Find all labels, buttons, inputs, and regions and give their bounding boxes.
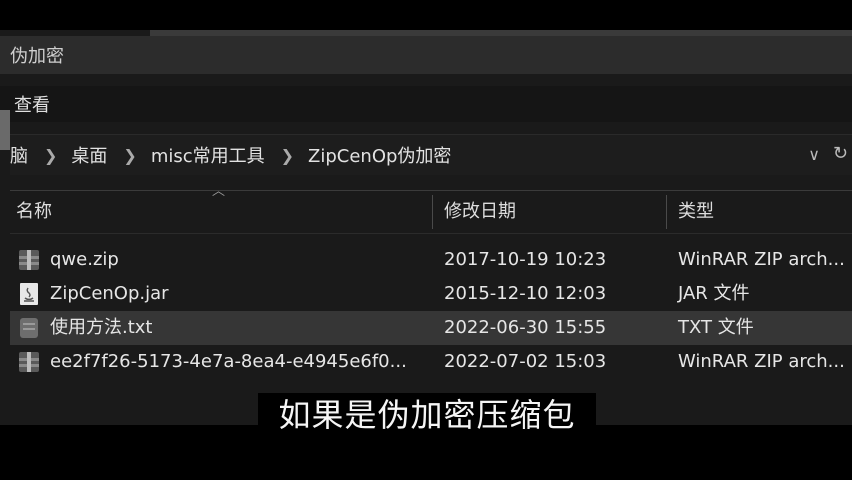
breadcrumb-misc-tools[interactable]: misc常用工具 xyxy=(151,142,265,168)
file-modified: 2017-10-19 10:23 xyxy=(444,249,607,270)
file-type: WinRAR ZIP arch... xyxy=(678,249,845,270)
winrar-archive-icon xyxy=(19,352,39,372)
breadcrumb-chevron-icon[interactable]: ❯ xyxy=(44,146,57,165)
column-header-row: 名称 修改日期 类型 xyxy=(10,190,852,234)
java-jar-icon xyxy=(20,283,38,305)
file-name: 使用方法.txt xyxy=(50,317,153,338)
file-list: qwe.zip 2017-10-19 10:23 WinRAR ZIP arch… xyxy=(10,243,852,379)
breadcrumb-current-folder[interactable]: ZipCenOp伪加密 xyxy=(308,142,451,168)
chevron-down-icon[interactable]: ∨ xyxy=(808,145,820,164)
window-title: 伪加密 xyxy=(10,46,64,67)
file-row[interactable]: 使用方法.txt 2022-06-30 15:55 TXT 文件 xyxy=(10,311,852,345)
video-caption: 如果是伪加密压缩包 xyxy=(258,393,596,437)
file-type: TXT 文件 xyxy=(678,317,754,338)
text-file-icon xyxy=(20,318,38,338)
column-header-type[interactable]: 类型 xyxy=(678,191,714,233)
file-row[interactable]: ee2f7f26-5173-4e7a-8ea4-e4945e6f0... 202… xyxy=(10,345,852,379)
file-name: ZipCenOp.jar xyxy=(50,283,169,304)
menu-view[interactable]: 查看 xyxy=(14,91,50,117)
breadcrumb-chevron-icon[interactable]: ❯ xyxy=(281,146,294,165)
column-divider[interactable] xyxy=(432,195,433,229)
file-name: qwe.zip xyxy=(50,249,119,270)
file-row[interactable]: ZipCenOp.jar 2015-12-10 12:03 JAR 文件 xyxy=(10,277,852,311)
breadcrumb-chevron-icon[interactable]: ❯ xyxy=(123,146,136,165)
file-row[interactable]: qwe.zip 2017-10-19 10:23 WinRAR ZIP arch… xyxy=(10,243,852,277)
breadcrumb-desktop[interactable]: 桌面 xyxy=(71,142,107,168)
file-name: ee2f7f26-5173-4e7a-8ea4-e4945e6f0... xyxy=(50,351,407,372)
menu-bar: 查看 xyxy=(0,86,852,122)
file-modified: 2015-12-10 12:03 xyxy=(444,283,607,304)
column-header-name[interactable]: 名称 xyxy=(16,191,52,233)
file-type: JAR 文件 xyxy=(678,283,750,304)
winrar-archive-icon xyxy=(19,250,39,270)
file-type: WinRAR ZIP arch... xyxy=(678,351,845,372)
column-divider[interactable] xyxy=(666,195,667,229)
left-scrollbar[interactable] xyxy=(0,110,10,150)
address-bar[interactable]: 脑 ❯ 桌面 ❯ misc常用工具 ❯ ZipCenOp伪加密 ∨ ↻ xyxy=(10,134,852,175)
refresh-icon[interactable]: ↻ xyxy=(833,143,848,164)
file-modified: 2022-06-30 15:55 xyxy=(444,317,607,338)
file-explorer-window: 伪加密 查看 脑 ❯ 桌面 ❯ misc常用工具 ❯ ZipCenOp伪加密 ∨… xyxy=(0,30,852,425)
title-bar: 伪加密 xyxy=(0,36,852,74)
column-header-modified[interactable]: 修改日期 xyxy=(444,191,516,233)
file-modified: 2022-07-02 15:03 xyxy=(444,351,607,372)
breadcrumb-this-pc[interactable]: 脑 xyxy=(10,142,28,168)
